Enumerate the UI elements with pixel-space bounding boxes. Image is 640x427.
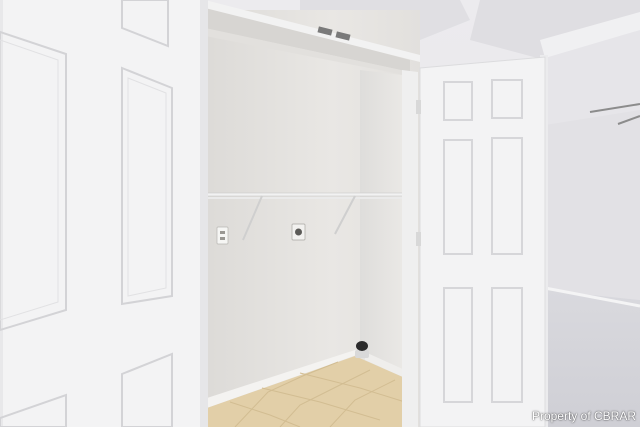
electrical-outlet: [216, 226, 229, 245]
open-door-panel: [416, 56, 546, 427]
bedroom-view: [544, 30, 640, 427]
watermark: Property of CBRAR: [531, 409, 636, 423]
bedroom-carpet: [545, 290, 640, 427]
door-hinge-top: [416, 100, 421, 114]
closet-opening: [200, 5, 420, 427]
door-frame: [402, 70, 418, 427]
left-door-panel: [0, 0, 208, 427]
laundry-closet-photo: [0, 0, 640, 427]
door-hinge-middle: [416, 232, 421, 246]
dryer-outlet: [291, 223, 306, 241]
